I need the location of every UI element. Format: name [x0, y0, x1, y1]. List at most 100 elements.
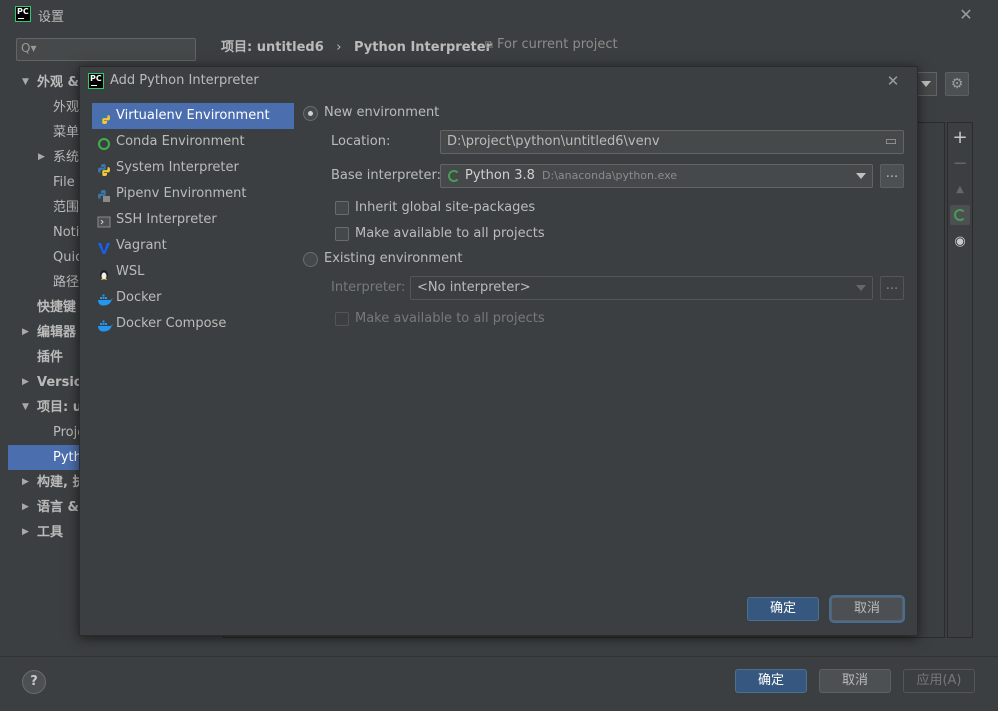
- sidebar-item-label: 菜单: [53, 125, 80, 140]
- packages-toolbar: + − ▲ ◉: [947, 122, 973, 638]
- interpreter-value: <No interpreter>: [417, 280, 531, 295]
- pycharm-logo-icon: PC: [88, 73, 104, 89]
- environment-type-label: Docker Compose: [116, 316, 227, 331]
- collapsed-arrow-icon[interactable]: ▶: [38, 145, 45, 170]
- python-loading-icon: [448, 170, 460, 182]
- folder-icon[interactable]: ▭: [885, 131, 897, 153]
- breadcrumb-separator: ›: [336, 40, 342, 55]
- sidebar-item-label: 工具: [37, 525, 64, 540]
- interpreter-select[interactable]: <No interpreter>: [410, 276, 873, 300]
- environment-type-label: SSH Interpreter: [116, 212, 217, 227]
- terminal-icon: [97, 213, 111, 228]
- location-value: D:\project\python\untitled6\venv: [447, 134, 660, 149]
- add-interpreter-dialog: PC Add Python Interpreter ✕ Virtualenv E…: [79, 66, 918, 636]
- docker-icon: [97, 317, 113, 332]
- collapsed-arrow-icon[interactable]: ▶: [22, 320, 29, 345]
- copy-icon: ⧉: [485, 38, 493, 51]
- environment-type-item[interactable]: Virtualenv Environment: [92, 103, 294, 129]
- docker-icon: [97, 291, 113, 306]
- location-field[interactable]: D:\project\python\untitled6\venv ▭: [440, 130, 904, 154]
- interpreter-browse-button[interactable]: ...: [880, 276, 904, 300]
- collapsed-arrow-icon[interactable]: ▶: [22, 495, 29, 520]
- chevron-down-icon: [856, 285, 866, 291]
- environment-type-item[interactable]: SSH Interpreter: [92, 207, 294, 233]
- dialog-cancel-button[interactable]: 取消: [831, 597, 903, 621]
- breadcrumb: 项目: untitled6 › Python Interpreter: [221, 36, 492, 55]
- scope-label: ⧉ For current project: [485, 37, 618, 52]
- eye-icon[interactable]: ◉: [950, 231, 970, 251]
- existing-make-available-checkbox[interactable]: [335, 312, 349, 326]
- expanded-arrow-icon[interactable]: ▼: [22, 395, 29, 420]
- settings-cancel-button[interactable]: 取消: [819, 669, 891, 693]
- environment-type-item[interactable]: Conda Environment: [92, 129, 294, 155]
- breadcrumb-page: Python Interpreter: [354, 40, 492, 55]
- breadcrumb-project[interactable]: 项目: untitled6: [221, 40, 324, 55]
- environment-type-item[interactable]: Docker Compose: [92, 311, 294, 337]
- environment-type-label: WSL: [116, 264, 145, 279]
- existing-environment-radio[interactable]: [303, 252, 318, 267]
- sidebar-item-label: 快捷键: [37, 300, 77, 315]
- remove-package-icon[interactable]: −: [950, 153, 970, 174]
- base-interpreter-select[interactable]: Python 3.8 D:\anaconda\python.exe: [440, 164, 873, 188]
- sidebar-item-label: 外观 &: [37, 75, 79, 90]
- gear-icon[interactable]: ⚙: [945, 72, 969, 96]
- environment-type-label: System Interpreter: [116, 160, 239, 175]
- sidebar-item-label: 范围: [53, 200, 80, 215]
- interpreter-dropdown-stub[interactable]: [915, 72, 937, 96]
- settings-footer: ? 确定 取消 应用(A): [0, 656, 998, 711]
- dialog-title: Add Python Interpreter: [110, 73, 259, 88]
- interpreter-label: Interpreter:: [331, 280, 406, 295]
- vagrant-icon: [97, 239, 111, 254]
- new-environment-label[interactable]: New environment: [324, 105, 439, 120]
- environment-type-label: Docker: [116, 290, 162, 305]
- location-label: Location:: [331, 134, 391, 149]
- settings-ok-button[interactable]: 确定: [735, 669, 807, 693]
- existing-environment-label[interactable]: Existing environment: [324, 251, 462, 266]
- make-available-label[interactable]: Make available to all projects: [355, 226, 545, 241]
- python-icon: [97, 109, 111, 124]
- collapsed-arrow-icon[interactable]: ▶: [22, 470, 29, 495]
- dialog-close-icon[interactable]: ✕: [883, 71, 903, 91]
- sidebar-item-label: 路径: [53, 275, 80, 290]
- conda-icon: [97, 135, 111, 150]
- dialog-ok-button[interactable]: 确定: [747, 597, 819, 621]
- environment-type-label: Vagrant: [116, 238, 167, 253]
- upgrade-package-icon[interactable]: ▲: [950, 179, 970, 199]
- add-package-icon[interactable]: +: [950, 127, 970, 148]
- scope-text: For current project: [497, 37, 618, 52]
- sidebar-item-label: 插件: [37, 350, 64, 365]
- title-bar: PC 设置 ✕: [0, 0, 998, 28]
- inherit-checkbox[interactable]: [335, 201, 349, 215]
- environment-type-label: Conda Environment: [116, 134, 245, 149]
- loading-spinner-icon: [950, 205, 970, 225]
- collapsed-arrow-icon[interactable]: ▶: [22, 370, 29, 395]
- environment-type-item[interactable]: WSL: [92, 259, 294, 285]
- environment-type-item[interactable]: Docker: [92, 285, 294, 311]
- python-icon: [97, 161, 111, 176]
- pipenv-icon: [97, 187, 111, 202]
- environment-type-item[interactable]: Vagrant: [92, 233, 294, 259]
- base-interpreter-browse-button[interactable]: ...: [880, 164, 904, 188]
- settings-apply-button[interactable]: 应用(A): [903, 669, 975, 693]
- inherit-label[interactable]: Inherit global site-packages: [355, 200, 535, 215]
- environment-type-item[interactable]: Pipenv Environment: [92, 181, 294, 207]
- environment-type-label: Virtualenv Environment: [116, 108, 270, 123]
- chevron-down-icon: [856, 173, 866, 179]
- search-input[interactable]: Q▾: [16, 38, 196, 61]
- sidebar-item-label: Quic: [53, 250, 83, 265]
- sidebar-item-label: 语言 &: [37, 500, 79, 515]
- collapsed-arrow-icon[interactable]: ▶: [22, 520, 29, 545]
- help-button[interactable]: ?: [22, 670, 46, 694]
- window-close-icon[interactable]: ✕: [956, 4, 976, 24]
- chevron-down-icon: [921, 81, 931, 87]
- pycharm-logo-icon: PC: [15, 6, 31, 22]
- window-title: 设置: [38, 10, 65, 25]
- expanded-arrow-icon[interactable]: ▼: [22, 70, 29, 95]
- search-icon: Q▾: [21, 41, 37, 55]
- make-available-checkbox[interactable]: [335, 227, 349, 241]
- linux-penguin-icon: [97, 265, 111, 280]
- environment-type-label: Pipenv Environment: [116, 186, 247, 201]
- sidebar-item-label: 外观: [53, 100, 80, 115]
- environment-type-item[interactable]: System Interpreter: [92, 155, 294, 181]
- new-environment-radio[interactable]: [303, 106, 318, 121]
